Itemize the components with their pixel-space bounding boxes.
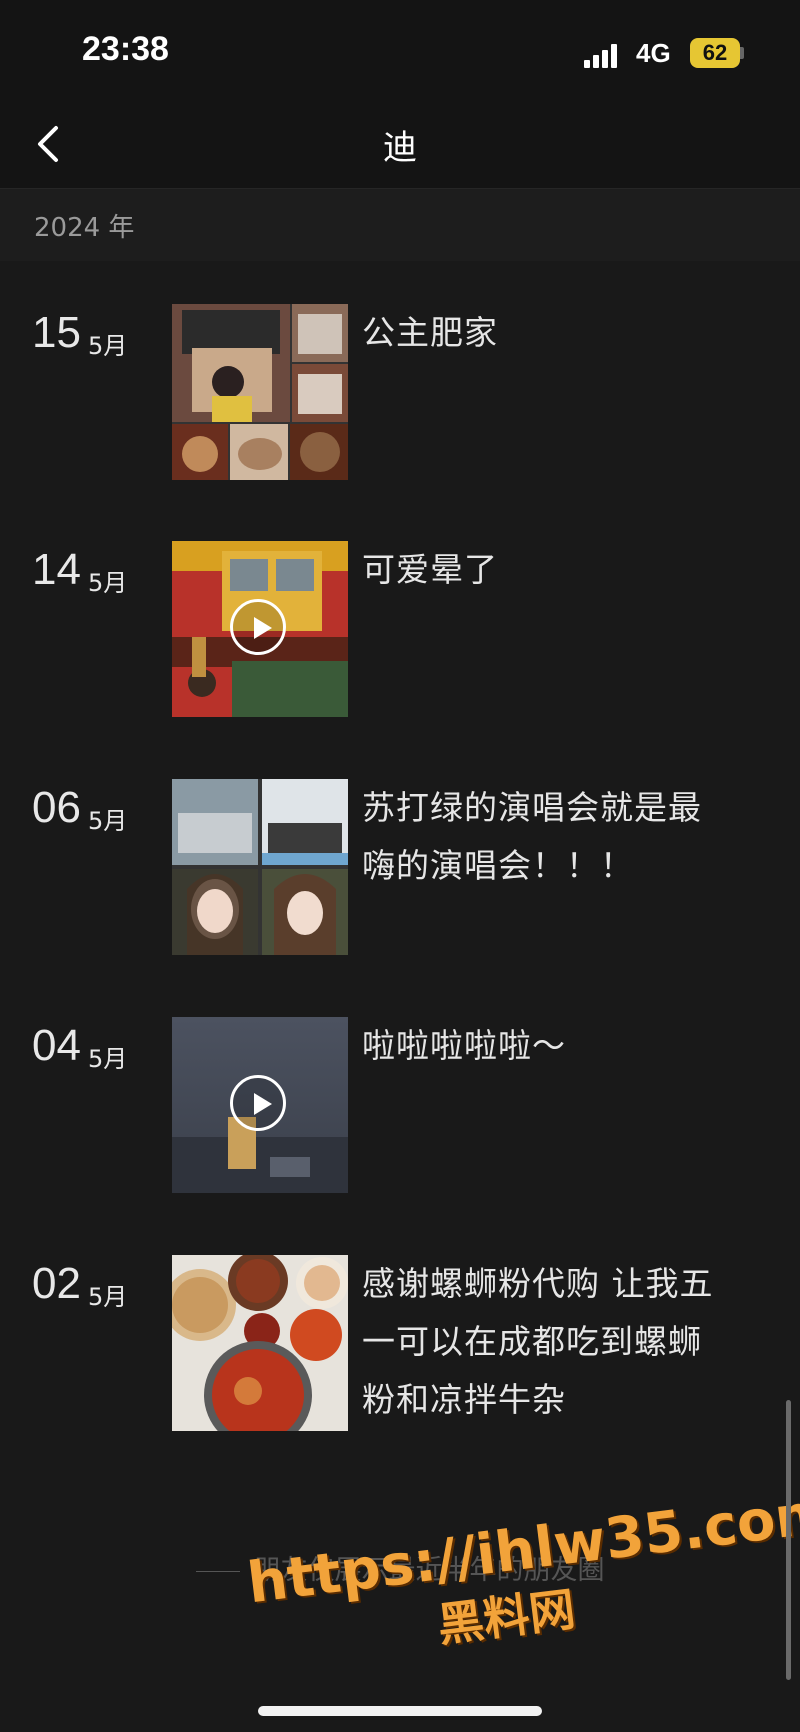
- video-thumbnail[interactable]: [172, 541, 348, 717]
- moment-post[interactable]: 15 5月 公主肥家: [0, 304, 800, 482]
- post-month: 5月: [88, 569, 128, 597]
- moment-post[interactable]: 04 5月 啦啦啦啦啦～: [0, 1017, 800, 1195]
- year-header: 2024 年: [0, 189, 800, 261]
- play-icon[interactable]: [230, 1075, 286, 1131]
- photo-grid-thumbnail[interactable]: [172, 779, 348, 955]
- scrollbar[interactable]: [786, 1400, 791, 1680]
- post-text: 苏打绿的演唱会就是最嗨的演唱会！！！: [362, 788, 702, 885]
- post-month: 5月: [88, 807, 128, 835]
- battery-icon: 62: [690, 38, 740, 68]
- signal-bars-icon: [584, 42, 624, 68]
- moment-post[interactable]: 14 5月 可爱晕了: [0, 541, 800, 719]
- post-month: 5月: [88, 332, 128, 360]
- nav-bar: 迪: [0, 100, 800, 189]
- post-month: 5月: [88, 1045, 128, 1073]
- photo-grid-thumbnail[interactable]: [172, 304, 348, 480]
- year-label: 2024 年: [34, 213, 135, 243]
- photo-thumbnail[interactable]: [172, 1255, 348, 1431]
- status-bar: 23:38 4G 62: [0, 0, 800, 100]
- video-thumbnail[interactable]: [172, 1017, 348, 1193]
- post-text: 啦啦啦啦啦～: [362, 1026, 566, 1065]
- network-label: 4G: [636, 38, 671, 68]
- post-text: 公主肥家: [362, 313, 498, 352]
- post-day: 15: [32, 308, 81, 357]
- page-title: 迪: [383, 128, 417, 168]
- moment-post[interactable]: 06 5月 苏打绿的演唱会就是最嗨的演唱会！！！: [0, 779, 800, 957]
- battery-tip: [740, 47, 744, 59]
- home-indicator[interactable]: [258, 1706, 542, 1716]
- post-day: 06: [32, 783, 81, 832]
- moment-post[interactable]: 02 5月 感谢螺蛳粉代购 让我五一可以在成都吃到螺蛳粉和凉拌牛杂: [0, 1255, 800, 1433]
- post-day: 04: [32, 1021, 81, 1070]
- post-day: 02: [32, 1259, 81, 1308]
- post-month: 5月: [88, 1283, 128, 1311]
- post-day: 14: [32, 545, 81, 594]
- post-text: 感谢螺蛳粉代购 让我五一可以在成都吃到螺蛳粉和凉拌牛杂: [362, 1264, 714, 1419]
- status-time: 23:38: [82, 30, 169, 68]
- play-icon[interactable]: [230, 599, 286, 655]
- post-text: 可爱晕了: [362, 550, 498, 589]
- watermark: https://ihlw35.com 黑料网: [244, 1480, 800, 1652]
- footer-divider: [195, 1571, 240, 1572]
